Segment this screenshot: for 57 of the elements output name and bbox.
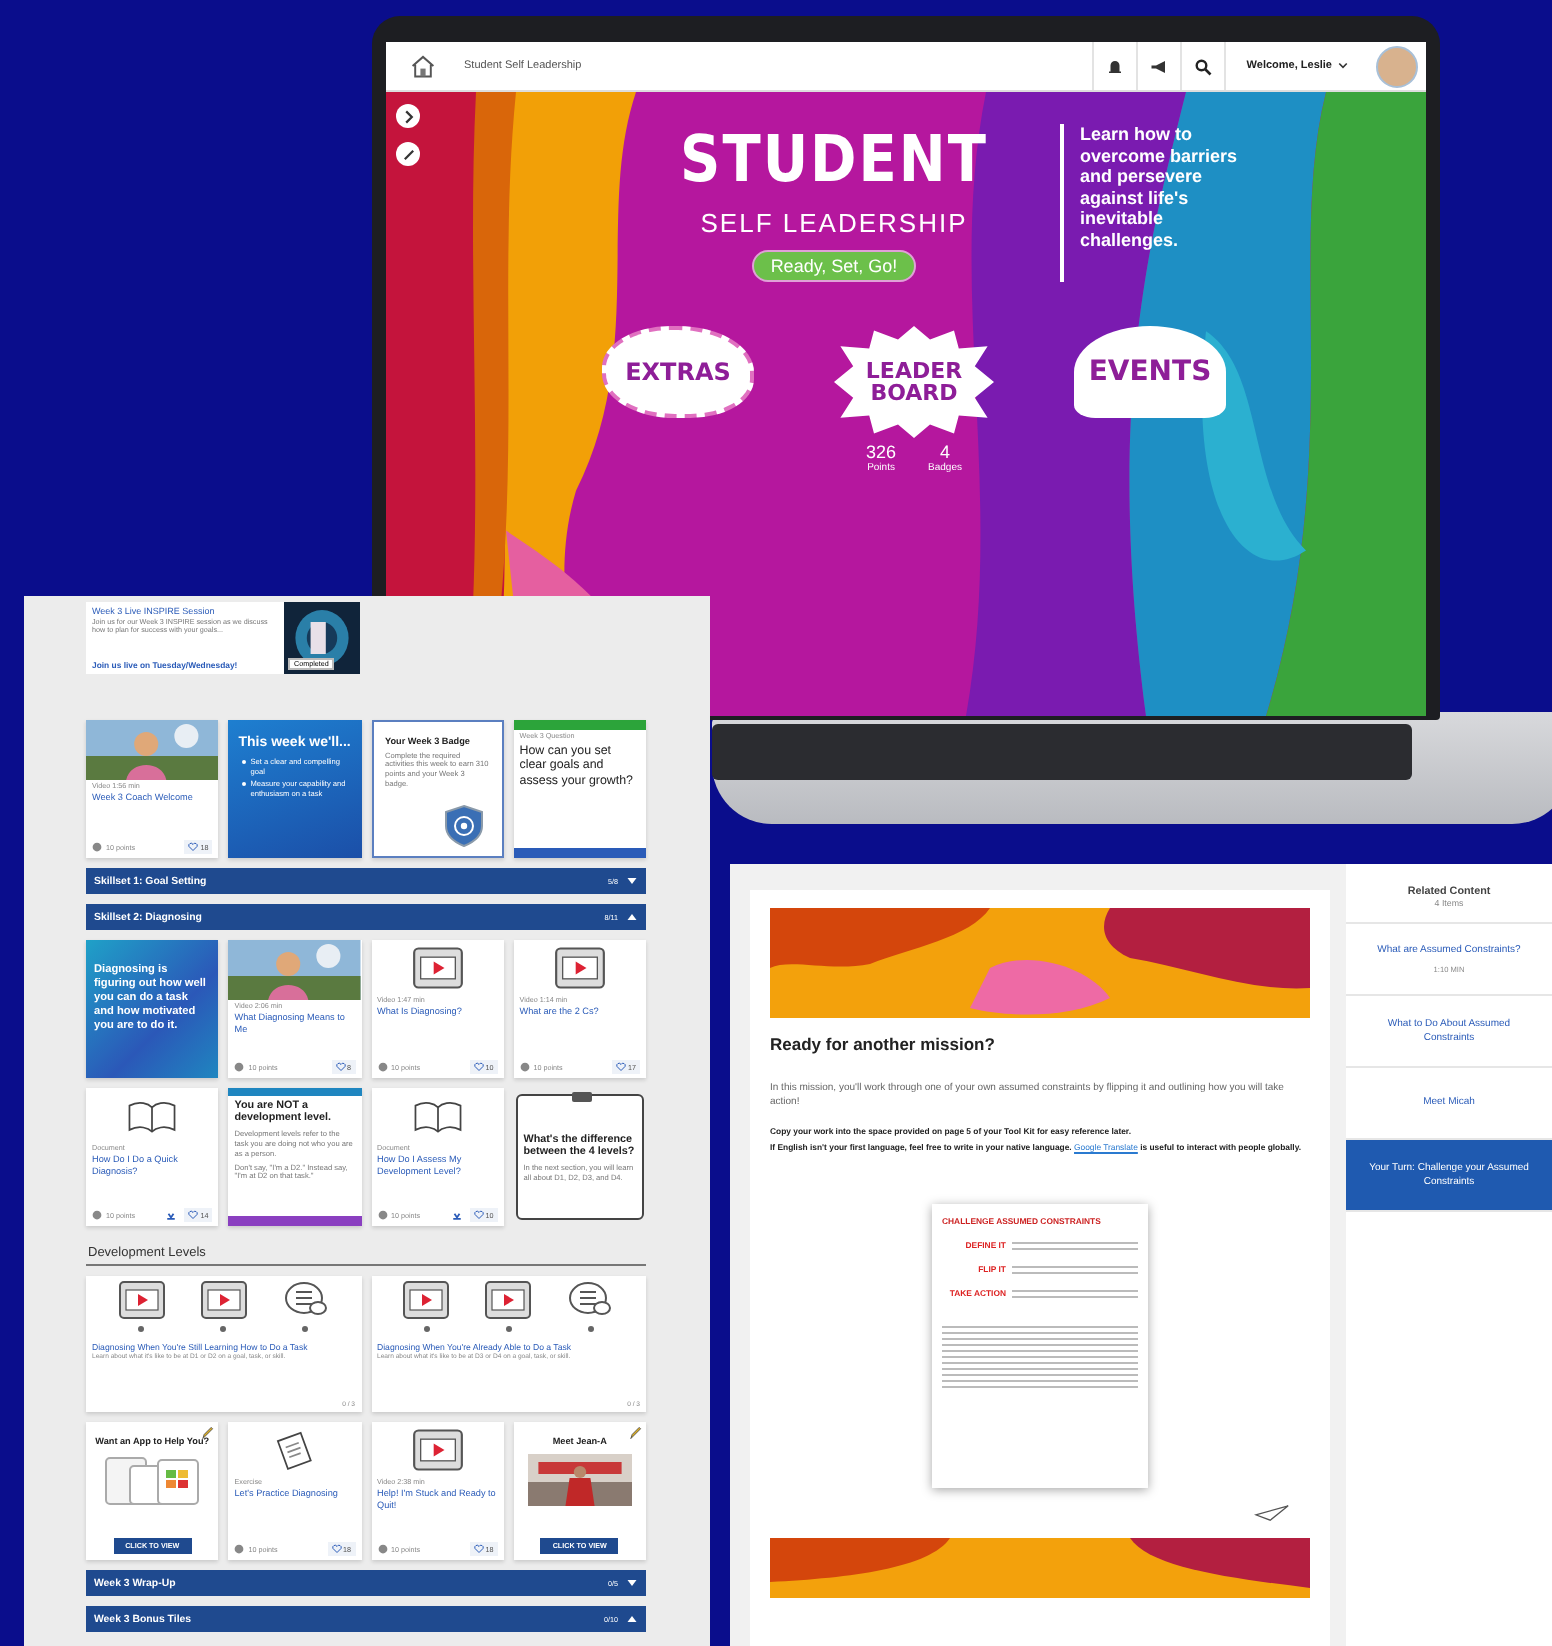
heart-icon [473,1062,484,1072]
stat-value: 4 [940,442,951,462]
heart-icon [188,842,199,852]
dot-icon [505,1326,512,1332]
speech-bubble-icon [566,1280,615,1320]
points-icon [377,1062,387,1072]
heart-icon [188,1210,199,1220]
points-icon [377,1544,387,1554]
heart-icon [473,1210,484,1220]
bullet-icon [242,782,247,787]
accent-bar [513,848,646,858]
accent-bar [513,720,646,730]
film-icon [553,946,606,990]
pencil-icon [628,1426,642,1440]
points-icon [519,1062,530,1072]
phone-screens-drawing [100,1453,205,1505]
pencil-icon [200,1426,215,1440]
caret-icon [1338,62,1348,70]
search-icon [1194,57,1213,75]
home-icon[interactable] [410,54,436,78]
speech-bubble-icon [281,1280,330,1320]
heart-icon [335,1062,345,1072]
points-icon [234,1062,245,1072]
megaphone-icon [1150,57,1169,75]
mission-heading: Ready for another mission? [770,1034,997,1054]
film-icon [402,1280,451,1320]
clip-icon [569,1090,594,1102]
pencil-icon [401,147,415,161]
dot-icon [587,1326,594,1332]
bell-icon [1106,57,1125,75]
film-icon [484,1280,533,1320]
dot-icon [220,1326,227,1332]
download-icon[interactable] [166,1210,177,1220]
stat-value: 326 [866,442,897,462]
dot-icon [138,1326,145,1332]
paper-plane-icon [1254,1504,1290,1523]
download-icon[interactable] [451,1210,462,1220]
dot-icon [423,1326,430,1332]
film-icon [117,1280,166,1320]
heart-icon [473,1544,484,1554]
heart-icon [616,1062,626,1072]
accent-bar [228,1088,361,1096]
tagline: Learn how to overcome barriers and persevere against life's inevitable challenges. [1060,124,1248,282]
film-icon [411,1428,464,1472]
chevron-right-icon [401,109,415,123]
dot-icon [302,1326,309,1332]
film-icon [411,946,464,990]
heart-icon [331,1544,341,1554]
film-icon [199,1280,248,1320]
points-icon [377,1210,387,1220]
hero-subtitle: SELF LEADERSHIP [700,208,968,238]
points-icon [92,1210,102,1220]
shield-icon [443,804,484,848]
points-icon [234,1544,245,1554]
points-icon [92,842,102,852]
hero-title: STUDENT [680,127,988,193]
accent-bar [228,1216,361,1226]
